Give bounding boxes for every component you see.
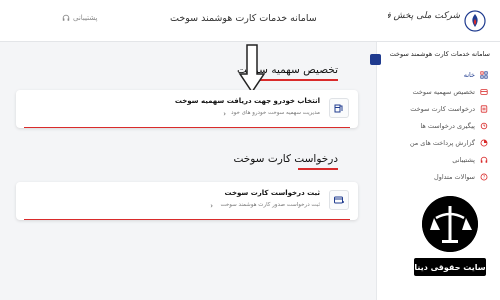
sidebar-item-card-request[interactable]: درخواست کارت سوخت: [377, 100, 500, 117]
down-arrow-annotation-icon: [238, 44, 266, 94]
sidebar-item-label: تخصیص سهمیه سوخت: [412, 87, 475, 96]
select-vehicle-card[interactable]: انتخاب خودرو جهت دریافت سهمیه سوخت مدیری…: [16, 90, 358, 128]
scale-of-justice-icon: [422, 196, 478, 252]
logo-text: شرکت ملی پخش فرآورده های نفتی ایران: [388, 11, 460, 21]
quota-icon: [480, 88, 488, 95]
section-underline: [298, 168, 338, 170]
card-subtitle: مدیریت سهمیه سوخت خودرو های خود: [231, 110, 320, 116]
main-content: تخصیص سهمیه سوخت انتخاب خودرو جهت دریافت…: [0, 42, 376, 300]
card-request-icon: [480, 104, 488, 113]
section-title-card-request: درخواست کارت سوخت: [233, 153, 338, 165]
sidebar-item-track[interactable]: پیگیری درخواست ها: [377, 117, 500, 134]
track-icon: [480, 122, 488, 129]
register-card-request-card[interactable]: ثبت درخواست کارت سوخت ثبت درخواست صدور ک…: [16, 182, 358, 220]
watermark: سایت حقوقی دینا: [414, 196, 486, 296]
sidebar-item-label: خانه: [463, 70, 475, 79]
card-icon-box: [329, 190, 349, 210]
card-subtitle: ثبت درخواست صدور کارت هوشمند سوخت: [220, 202, 320, 208]
faq-icon: ?: [480, 173, 488, 180]
fuel-pump-icon: [334, 104, 343, 113]
support-link[interactable]: پشتیبانی: [62, 14, 97, 22]
company-logo[interactable]: شرکت ملی پخش فرآورده های نفتی ایران: [386, 8, 486, 34]
sidebar-item-label: پیگیری درخواست ها: [420, 121, 475, 130]
app-window: شرکت ملی پخش فرآورده های نفتی ایران ساما…: [0, 0, 500, 300]
sidebar-item-label: پشتیبانی: [452, 155, 475, 164]
home-icon: [480, 70, 488, 79]
sidebar-item-home[interactable]: خانه: [377, 66, 500, 83]
sidebar-item-support[interactable]: پشتیبانی: [377, 151, 500, 168]
card-icon-box: [329, 98, 349, 118]
sidebar-item-report[interactable]: گزارش پرداخت های من: [377, 134, 500, 151]
headset-icon: [62, 14, 70, 21]
sidebar-item-quota[interactable]: تخصیص سهمیه سوخت: [377, 83, 500, 100]
support-label: پشتیبانی: [73, 14, 98, 22]
report-icon: [480, 139, 488, 146]
chevron-left-icon: ‹: [210, 202, 213, 210]
sidebar-item-faq[interactable]: ? سوالات متداول: [377, 168, 500, 185]
sidebar-item-label: درخواست کارت سوخت: [410, 104, 475, 113]
card-title: انتخاب خودرو جهت دریافت سهمیه سوخت: [174, 97, 320, 105]
card-title: ثبت درخواست کارت سوخت: [224, 189, 320, 197]
section-underline: [260, 79, 338, 81]
watermark-text: سایت حقوقی دینا: [414, 258, 486, 276]
flame-logo-icon: [464, 10, 486, 32]
top-header: شرکت ملی پخش فرآورده های نفتی ایران ساما…: [0, 0, 500, 42]
page-title: سامانه خدمات کارت هوشمند سوخت: [170, 13, 317, 24]
support-icon: [480, 156, 488, 163]
sidebar-title: سامانه خدمات کارت هوشمند سوخت: [389, 50, 490, 58]
svg-text:?: ?: [483, 174, 485, 179]
sidebar-item-label: سوالات متداول: [433, 172, 475, 181]
credit-card-add-icon: [334, 196, 344, 204]
chevron-left-icon: ‹: [223, 110, 226, 118]
sidebar-item-label: گزارش پرداخت های من: [409, 138, 475, 147]
